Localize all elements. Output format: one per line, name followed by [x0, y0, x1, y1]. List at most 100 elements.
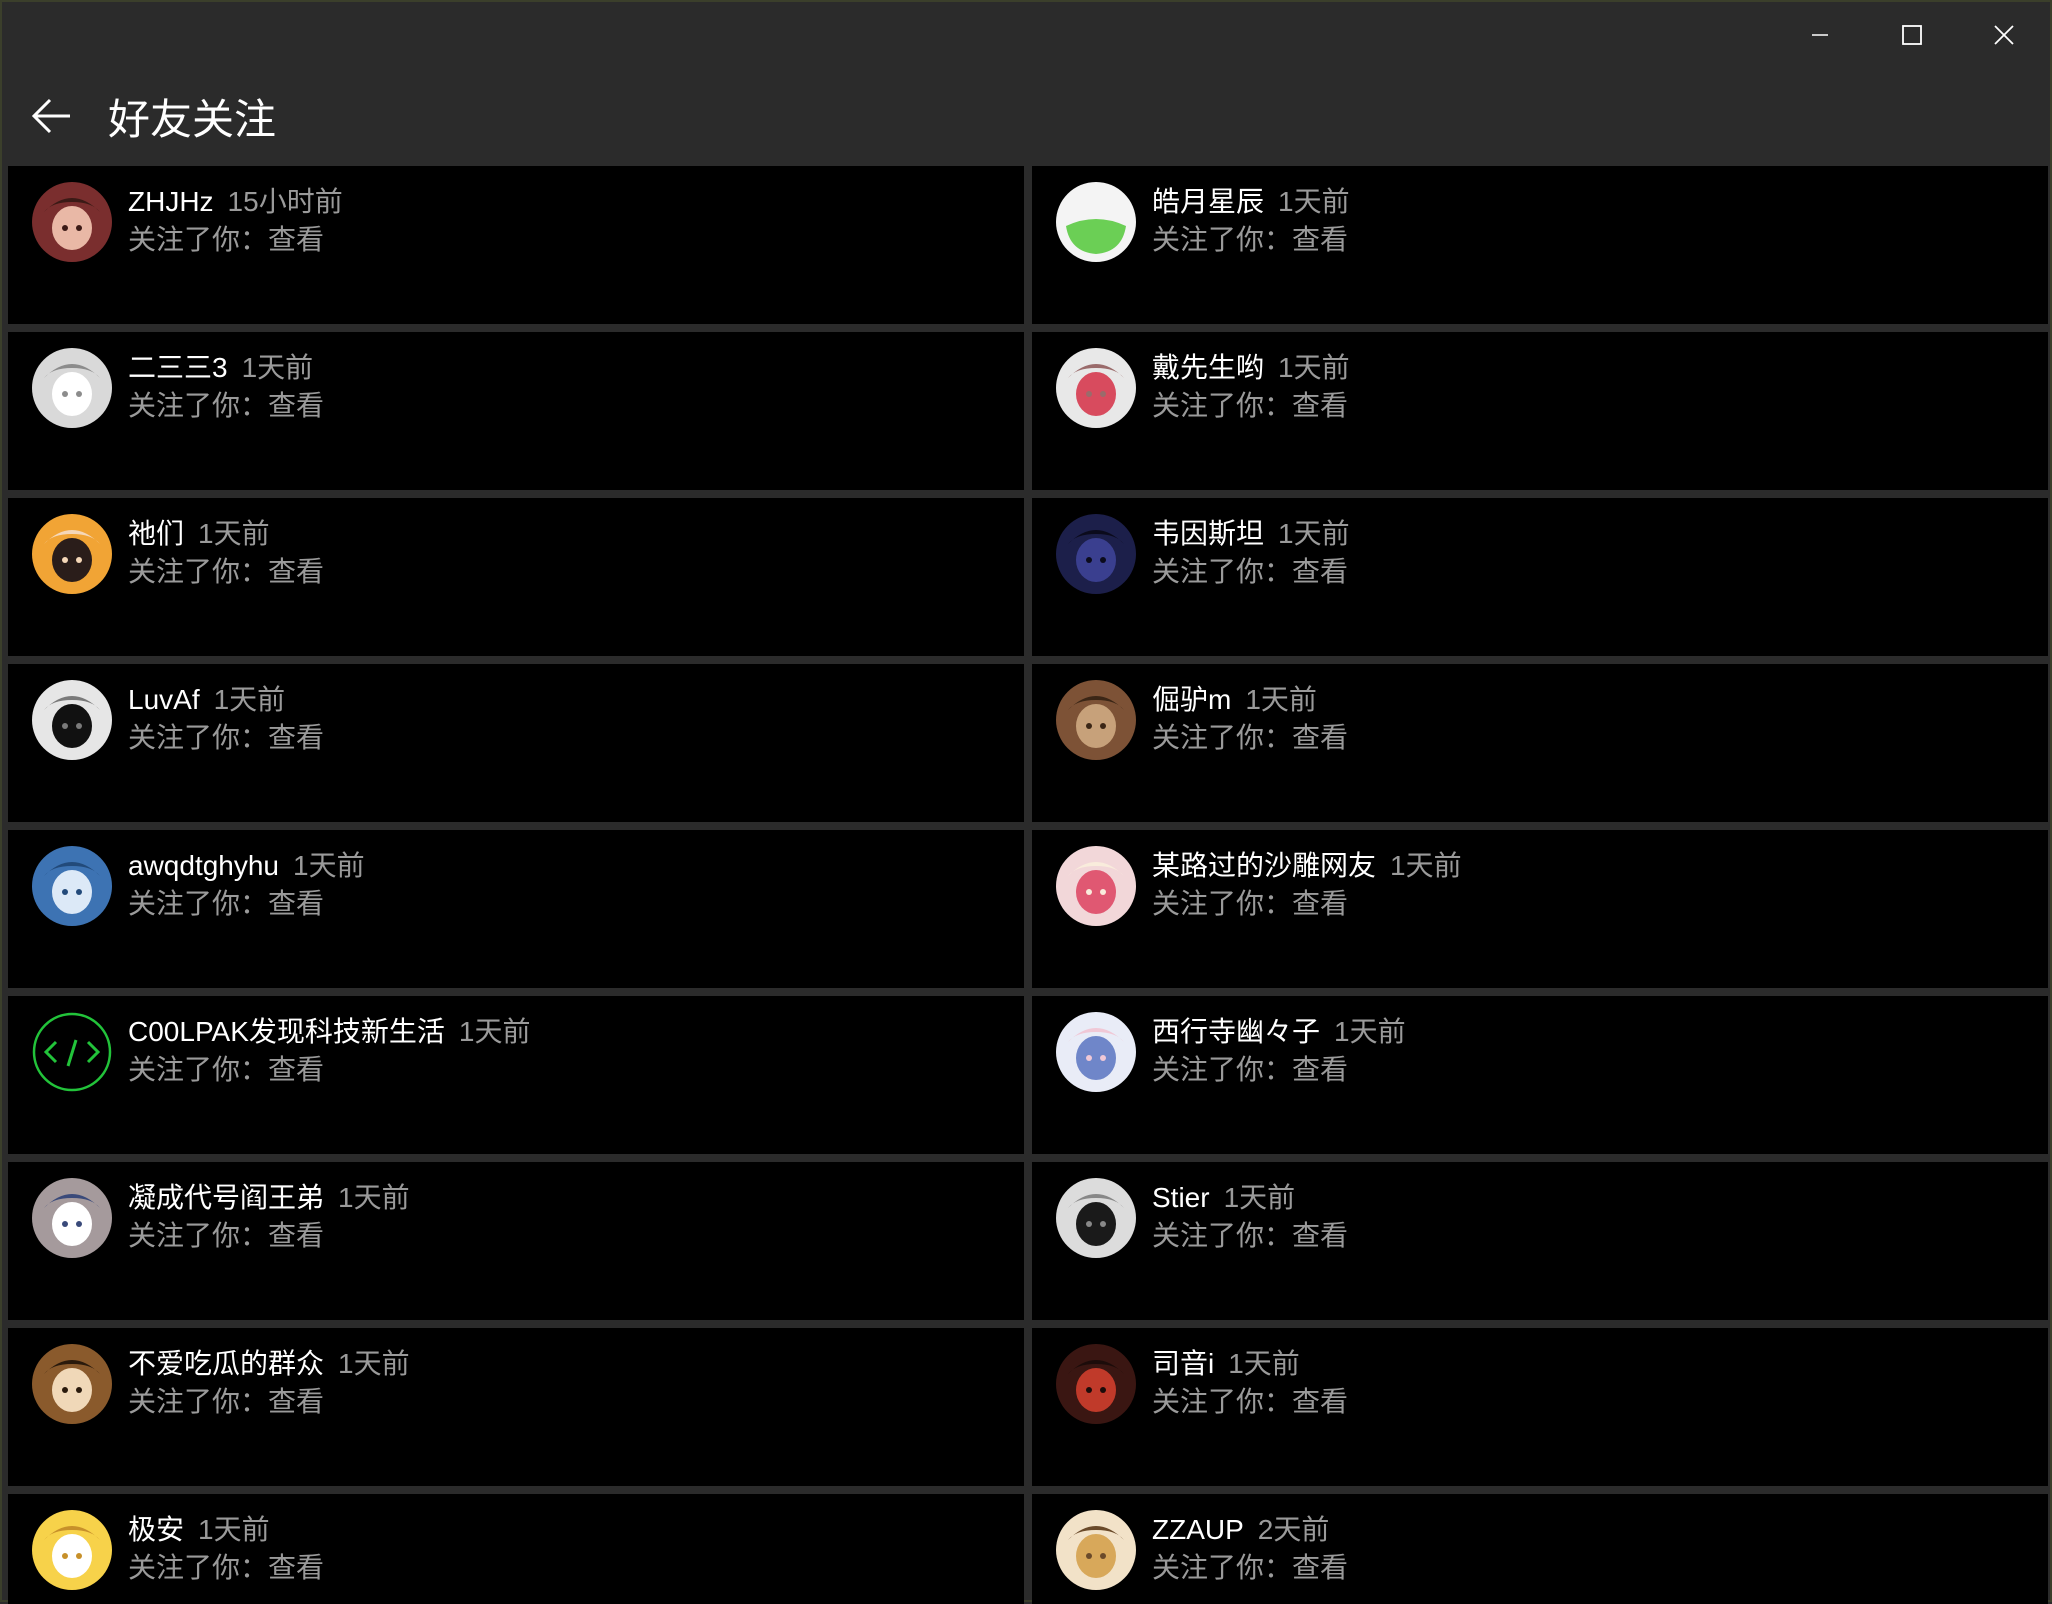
card-header-line: 韦因斯坦 1天前: [1152, 512, 1350, 552]
follow-prefix: 关注了你：: [128, 390, 269, 421]
view-link[interactable]: 查看: [268, 1054, 324, 1085]
user-avatar[interactable]: [1056, 1344, 1136, 1424]
user-name-link[interactable]: ZHJHz: [128, 186, 214, 217]
user-avatar[interactable]: [32, 1178, 112, 1258]
user-avatar[interactable]: [32, 514, 112, 594]
view-link[interactable]: 查看: [1292, 722, 1348, 753]
follow-card[interactable]: 极安 1天前 关注了你：查看: [8, 1494, 1024, 1604]
card-header-line: Stier 1天前: [1152, 1176, 1295, 1216]
follow-card[interactable]: 不爱吃瓜的群众 1天前 关注了你：查看: [8, 1328, 1024, 1486]
follow-card[interactable]: 皓月星辰 1天前 关注了你：查看: [1032, 166, 2048, 324]
user-avatar[interactable]: [32, 1510, 112, 1590]
close-button[interactable]: [1958, 2, 2050, 68]
user-name-link[interactable]: 二三三3: [128, 352, 228, 383]
user-avatar[interactable]: [1056, 348, 1136, 428]
sketch-anime-avatar: [32, 680, 112, 760]
user-name-link[interactable]: C00LPAK发现科技新生活: [128, 1016, 445, 1047]
follow-card[interactable]: Stier 1天前 关注了你：查看: [1032, 1162, 2048, 1320]
user-name-link[interactable]: ZZAUP: [1152, 1514, 1244, 1545]
view-link[interactable]: 查看: [268, 390, 324, 421]
view-link[interactable]: 查看: [268, 1552, 324, 1583]
follow-card[interactable]: awqdtghyhu 1天前 关注了你：查看: [8, 830, 1024, 988]
follow-message: 关注了你：查看: [128, 384, 324, 424]
user-name-link[interactable]: Stier: [1152, 1182, 1210, 1213]
user-avatar[interactable]: [32, 1344, 112, 1424]
follow-card[interactable]: 祂们 1天前 关注了你：查看: [8, 498, 1024, 656]
user-name-link[interactable]: 凝成代号阎王弟: [128, 1182, 324, 1213]
view-link[interactable]: 查看: [1292, 1552, 1348, 1583]
timestamp: 1天前: [1390, 850, 1462, 881]
view-link[interactable]: 查看: [268, 888, 324, 919]
card-header-line: ZHJHz 15小时前: [128, 180, 343, 220]
follow-card[interactable]: 西行寺幽々子 1天前 关注了你：查看: [1032, 996, 2048, 1154]
view-link[interactable]: 查看: [1292, 224, 1348, 255]
back-button[interactable]: [2, 72, 102, 160]
user-avatar[interactable]: [32, 1012, 112, 1092]
follow-card[interactable]: 凝成代号阎王弟 1天前 关注了你：查看: [8, 1162, 1024, 1320]
follow-message: 关注了你：查看: [128, 1048, 324, 1088]
follow-card[interactable]: LuvAf 1天前 关注了你：查看: [8, 664, 1024, 822]
follow-prefix: 关注了你：: [1152, 1054, 1293, 1085]
view-link[interactable]: 查看: [1292, 888, 1348, 919]
user-name-link[interactable]: 某路过的沙雕网友: [1152, 850, 1376, 881]
user-avatar[interactable]: [1056, 680, 1136, 760]
user-name-link[interactable]: 韦因斯坦: [1152, 518, 1264, 549]
follow-card[interactable]: 二三三3 1天前 关注了你：查看: [8, 332, 1024, 490]
user-avatar[interactable]: [32, 846, 112, 926]
follow-prefix: 关注了你：: [1152, 888, 1293, 919]
card-header-line: 二三三3 1天前: [128, 346, 313, 386]
follow-card[interactable]: 戴先生哟 1天前 关注了你：查看: [1032, 332, 2048, 490]
user-name-link[interactable]: 西行寺幽々子: [1152, 1016, 1320, 1047]
user-avatar[interactable]: [32, 182, 112, 262]
view-link[interactable]: 查看: [1292, 1054, 1348, 1085]
user-name-link[interactable]: 祂们: [128, 518, 184, 549]
card-header-line: C00LPAK发现科技新生活 1天前: [128, 1010, 530, 1050]
view-link[interactable]: 查看: [268, 1386, 324, 1417]
user-name-link[interactable]: 司音i: [1152, 1348, 1214, 1379]
follow-card[interactable]: ZHJHz 15小时前 关注了你：查看: [8, 166, 1024, 324]
user-name-link[interactable]: awqdtghyhu: [128, 850, 279, 881]
user-avatar[interactable]: [32, 348, 112, 428]
timestamp: 1天前: [293, 850, 365, 881]
user-name-link[interactable]: LuvAf: [128, 684, 200, 715]
follow-prefix: 关注了你：: [1152, 556, 1293, 587]
view-link[interactable]: 查看: [1292, 390, 1348, 421]
card-header-line: awqdtghyhu 1天前: [128, 844, 365, 884]
view-link[interactable]: 查看: [1292, 1386, 1348, 1417]
page-header: 好友关注: [2, 72, 2050, 160]
follow-prefix: 关注了你：: [128, 556, 269, 587]
follow-card[interactable]: 倔驴m 1天前 关注了你：查看: [1032, 664, 2048, 822]
user-avatar[interactable]: [1056, 1178, 1136, 1258]
follow-message: 关注了你：查看: [128, 550, 324, 590]
card-header-line: 倔驴m 1天前: [1152, 678, 1317, 718]
follow-card[interactable]: 韦因斯坦 1天前关注了你：查看: [1032, 498, 2048, 656]
view-link[interactable]: 查看: [1292, 1220, 1348, 1251]
minimize-button[interactable]: [1774, 2, 1866, 68]
view-link[interactable]: 查看: [1292, 556, 1348, 587]
view-link[interactable]: 查看: [268, 556, 324, 587]
user-name-link[interactable]: 不爱吃瓜的群众: [128, 1348, 324, 1379]
user-avatar[interactable]: [1056, 182, 1136, 262]
view-link[interactable]: 查看: [268, 1220, 324, 1251]
maximize-button[interactable]: [1866, 2, 1958, 68]
follow-card[interactable]: ZZAUP 2天前 关注了你：查看: [1032, 1494, 2048, 1604]
user-avatar[interactable]: [1056, 514, 1136, 594]
user-avatar[interactable]: [1056, 1012, 1136, 1092]
follow-card[interactable]: 某路过的沙雕网友 1天前关注了你：查看: [1032, 830, 2048, 988]
dandelion-sky-avatar: [32, 846, 112, 926]
user-name-link[interactable]: 皓月星辰: [1152, 186, 1264, 217]
user-name-link[interactable]: 戴先生哟: [1152, 352, 1264, 383]
user-avatar[interactable]: [1056, 846, 1136, 926]
card-header-line: 皓月星辰 1天前: [1152, 180, 1350, 220]
user-avatar[interactable]: [1056, 1510, 1136, 1590]
follow-card[interactable]: 司音i 1天前 关注了你：查看: [1032, 1328, 2048, 1486]
monochrome-anime-avatar: [1056, 1178, 1136, 1258]
user-name-link[interactable]: 极安: [128, 1514, 184, 1545]
view-link[interactable]: 查看: [268, 722, 324, 753]
follow-notification-list[interactable]: ZHJHz 15小时前 关注了你：查看 皓月星辰 1天前 关注了你：查看 二三三3 1天前 关注…: [8, 166, 2048, 1604]
follow-card[interactable]: C00LPAK发现科技新生活 1天前 关注了你：查看: [8, 996, 1024, 1154]
view-link[interactable]: 查看: [268, 224, 324, 255]
user-name-link[interactable]: 倔驴m: [1152, 684, 1231, 715]
anime-girl-maid-avatar: [32, 1178, 112, 1258]
user-avatar[interactable]: [32, 680, 112, 760]
